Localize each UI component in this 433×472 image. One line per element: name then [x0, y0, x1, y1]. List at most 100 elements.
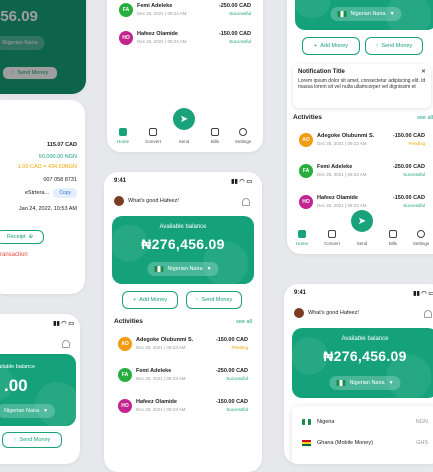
greeting-text: What's good Hafeez!	[128, 198, 179, 204]
avatar: AO	[299, 133, 313, 147]
add-money-label: Add Money	[320, 43, 349, 49]
nav-convert[interactable]: Convert	[320, 230, 344, 246]
currency-selector[interactable]: Nigerian Naira ▼	[330, 7, 402, 21]
nav-send-label: Send	[172, 139, 196, 144]
nav-bills[interactable]: Bills	[203, 128, 227, 144]
avatar: AO	[118, 337, 132, 351]
add-money-button[interactable]: + Add Money	[302, 37, 360, 55]
nav-send-label: Send	[350, 241, 374, 246]
close-icon[interactable]: ✕	[421, 68, 426, 75]
tx-status: Successful	[229, 39, 251, 44]
currency-selector[interactable]: Nigerian Naira ▼	[147, 262, 219, 276]
receipt-button[interactable]: Receipt ⊕	[0, 230, 44, 244]
greeting-text: What's good Hafeez!	[308, 310, 359, 316]
greeting: What's good Hafeez!	[294, 308, 359, 318]
avatar: FA	[118, 368, 132, 382]
tx-date: Dec 25, 2021 | 09:23 AM	[136, 407, 186, 412]
tx-status: Successful	[403, 203, 425, 208]
balance-label: Available balance	[159, 224, 207, 230]
nav-convert[interactable]: Convert	[141, 128, 165, 144]
tx-amount: -250.00 CAD	[215, 368, 248, 374]
avatar[interactable]	[114, 196, 124, 206]
tx-amount: -150.00 CAD	[392, 133, 425, 139]
currency-option-code: NGN	[415, 419, 428, 425]
balance-card: Nigerian Naira ▼	[295, 0, 433, 30]
receipt-method: eStrtera...	[24, 190, 49, 196]
balance-card: Available balance .00 Nigerian Naira ▼	[0, 354, 76, 426]
currency-label: Nigerian Naira	[2, 40, 38, 46]
tx-date: Dec 25, 2021 | 09:23 AM	[136, 376, 186, 381]
plus-icon: +	[132, 297, 137, 303]
copy-button[interactable]: Copy	[53, 188, 77, 198]
transaction-link[interactable]: ransaction	[0, 252, 28, 258]
currency-option-ghana[interactable]: Ghana (Mobile Money) GHS	[302, 437, 428, 449]
list-item[interactable]: HO Hafeez Olamide Dec 25, 2021 | 09:23 A…	[299, 192, 425, 212]
currency-label: Nigerian Naira	[350, 11, 386, 17]
balance-amount: ₦276,456.09	[141, 236, 225, 252]
notification-card[interactable]: Notification Title Lorem ipsum dolor sit…	[293, 64, 431, 108]
send-money-label: Send Money	[19, 437, 51, 443]
currency-selector[interactable]: Nigerian Naira ▼	[0, 404, 56, 418]
tx-name: Hafeez Olamide	[317, 195, 358, 201]
bell-icon[interactable]	[424, 310, 432, 318]
tx-amount: -250.00 CAD	[218, 3, 251, 9]
avatar: FA	[299, 164, 313, 178]
currency-option-name: Nigeria	[317, 419, 335, 425]
send-money-label: Send Money	[201, 297, 233, 303]
send-money-button[interactable]: ↑ Send Money	[2, 432, 62, 448]
greeting: What's good Hafeez!	[114, 196, 179, 206]
avatar[interactable]	[294, 308, 304, 318]
tx-status: Pending	[231, 345, 248, 350]
receipt-naira: 50,000.00 NGN	[38, 154, 77, 160]
nav-bills[interactable]: Bills	[381, 230, 405, 246]
tx-amount: -150.00 CAD	[215, 399, 248, 405]
list-item[interactable]: HO Hafeez Olamide Dec 25, 2021 | 09:23 A…	[118, 396, 248, 416]
currency-selector[interactable]: Nigerian Naira ▼	[329, 376, 401, 390]
currency-selector[interactable]: Nigerian Naira	[0, 36, 45, 50]
bell-icon[interactable]	[62, 340, 70, 348]
arrow-up-icon: ↑	[13, 437, 17, 443]
tx-date: Dec 25, 2021 | 09:23 AM	[317, 172, 367, 177]
currency-option-nigeria[interactable]: Nigeria NGN	[302, 416, 428, 428]
list-item[interactable]: AO Adegoke Olubunmi S. Dec 25, 2021 | 09…	[118, 334, 248, 354]
nav-home[interactable]: Home	[290, 230, 314, 246]
send-money-button[interactable]: ↑ Send Money	[365, 37, 423, 55]
activities-title: Activities	[114, 318, 143, 325]
send-money-button[interactable]: ↑ Send Money	[186, 291, 242, 309]
bell-icon[interactable]	[242, 198, 250, 206]
nav-label: Bills	[388, 241, 398, 246]
list-item[interactable]: AO Adegoke Olubunmi S. Dec 25, 2021 | 09…	[299, 130, 425, 150]
nav-home[interactable]: Home	[111, 128, 135, 144]
phone-topcenter: FA Femi Adeleke Dec 25, 2021 | 09:23 AM …	[107, 0, 263, 152]
nav-label: Convert	[324, 241, 340, 246]
nav-label: Convert	[145, 139, 161, 144]
send-button[interactable]: ➤	[173, 108, 195, 130]
tx-amount: -150.00 CAD	[392, 195, 425, 201]
nav-label: Send	[178, 139, 190, 144]
tx-date: Dec 25, 2021 | 09:23 AM	[137, 11, 187, 16]
nigeria-flag-icon	[302, 419, 311, 425]
status-bar: 9:41 ▮▮ ◠ ▭	[114, 178, 252, 185]
list-item[interactable]: FA Femi Adeleke Dec 25, 2021 | 09:23 AM …	[118, 365, 248, 385]
send-button[interactable]: ➤	[351, 210, 373, 232]
receipt-rate: 1.00 CAD = 434.50NGN	[17, 164, 77, 170]
list-item[interactable]: HO Hafeez Olamide Dec 25, 2021 | 09:23 A…	[119, 28, 251, 48]
tx-name: Femi Adeleke	[317, 164, 353, 170]
status-icons: ▮▮ ◠ ▭	[231, 179, 252, 185]
add-money-button[interactable]: + Add Money	[122, 291, 178, 309]
bottom-nav: Home Convert ➤ Send Bills Settings	[107, 108, 263, 152]
see-all-link[interactable]: see all	[417, 115, 433, 121]
send-money-button[interactable]: ↑ Send Money	[2, 66, 58, 80]
clock: 9:41	[294, 290, 307, 296]
arrow-up-icon: ↑	[195, 297, 199, 303]
nav-settings[interactable]: Settings	[231, 128, 255, 144]
see-all-link[interactable]: see all	[236, 319, 252, 325]
gear-icon	[239, 128, 247, 136]
status-bar: 9:41 ▮▮ ◠ ▭	[294, 290, 433, 297]
list-item[interactable]: FA Femi Adeleke Dec 25, 2021 | 09:23 AM …	[119, 0, 251, 20]
receipt-label: Receipt	[6, 234, 26, 240]
phone-home: 9:41 ▮▮ ◠ ▭ What's good Hafeez! Availabl…	[104, 172, 262, 472]
nav-settings[interactable]: Settings	[409, 230, 433, 246]
chevron-down-icon: ▼	[206, 266, 212, 272]
list-item[interactable]: FA Femi Adeleke Dec 25, 2021 | 09:23 AM …	[299, 161, 425, 181]
